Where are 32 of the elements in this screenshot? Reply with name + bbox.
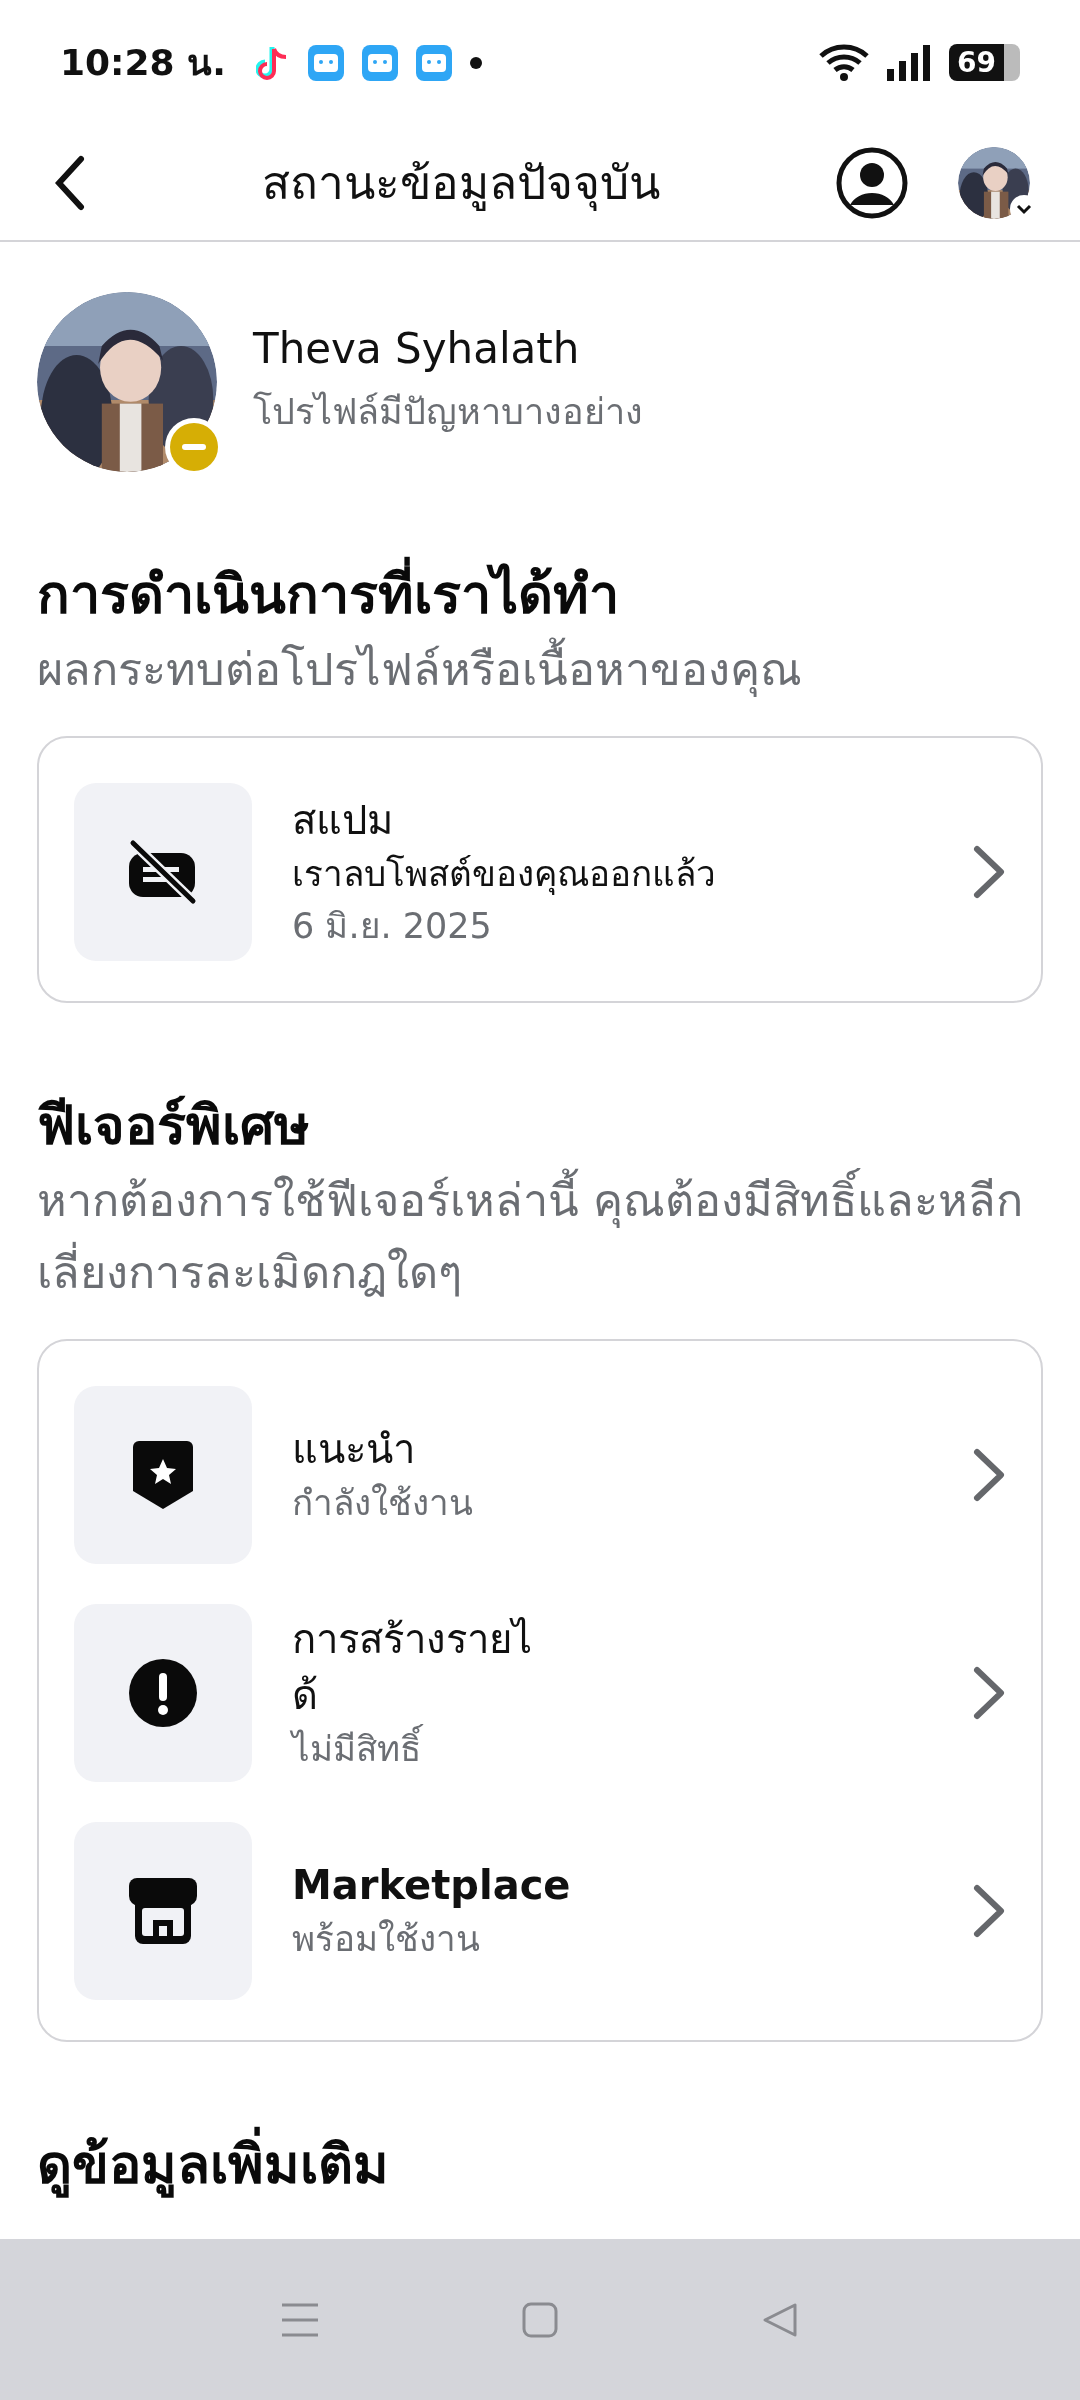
tv-app-icon [307,44,344,81]
item-description: กำลังใช้งาน [292,1482,474,1526]
battery-level: 69 [949,44,1020,81]
item-date: 6 มิ.ย. 2025 [292,905,493,949]
profile-name: Theva Syhalath [253,324,581,373]
notification-dot-icon [469,56,482,69]
tv-app-icon [415,44,452,81]
item-title[interactable]: สแปม [292,791,932,848]
tv-app-icon [361,44,398,81]
item-title[interactable]: Marketplace [292,1857,932,1914]
chevron-right-icon [972,1665,1006,1722]
store-icon [129,1878,197,1945]
chevron-right-icon [972,1883,1006,1940]
crossed-message-icon [127,839,199,906]
section-description: ผลกระทบต่อโปรไฟล์หรือเนื้อหาของคุณ [37,634,1043,707]
star-badge-icon [133,1441,193,1510]
section-description: หากต้องการใช้ฟีเจอร์เหล่านี้ คุณต้องมีสิทธิ์และหลีกเลี่ยงการละเมิดกฎใดๆ [37,1165,1043,1310]
page-title: สถานะข้อมูลปัจจุบัน [260,155,661,213]
item-title[interactable]: การสร้างรายได้ [292,1611,538,1724]
item-description: ไม่มีสิทธิ์ [292,1723,538,1776]
profile-status: โปรไฟล์มีปัญหาบางอย่าง [253,390,643,434]
section-heading: ฟีเจอร์พิเศษ [37,1093,311,1160]
account-icon[interactable] [836,146,908,219]
item-title[interactable]: แนะนำ [292,1421,932,1478]
exclamation-icon [129,1659,197,1728]
chevron-right-icon [972,844,1006,901]
wifi-icon [819,43,870,82]
item-description: พร้อมใช้งาน [292,1918,481,1962]
item-description: เราลบโพสต์ของคุณออกแล้ว [292,852,717,897]
clock-time: 10:28 น. [60,41,226,85]
signal-icon [887,44,932,81]
chevron-right-icon [972,1447,1006,1504]
